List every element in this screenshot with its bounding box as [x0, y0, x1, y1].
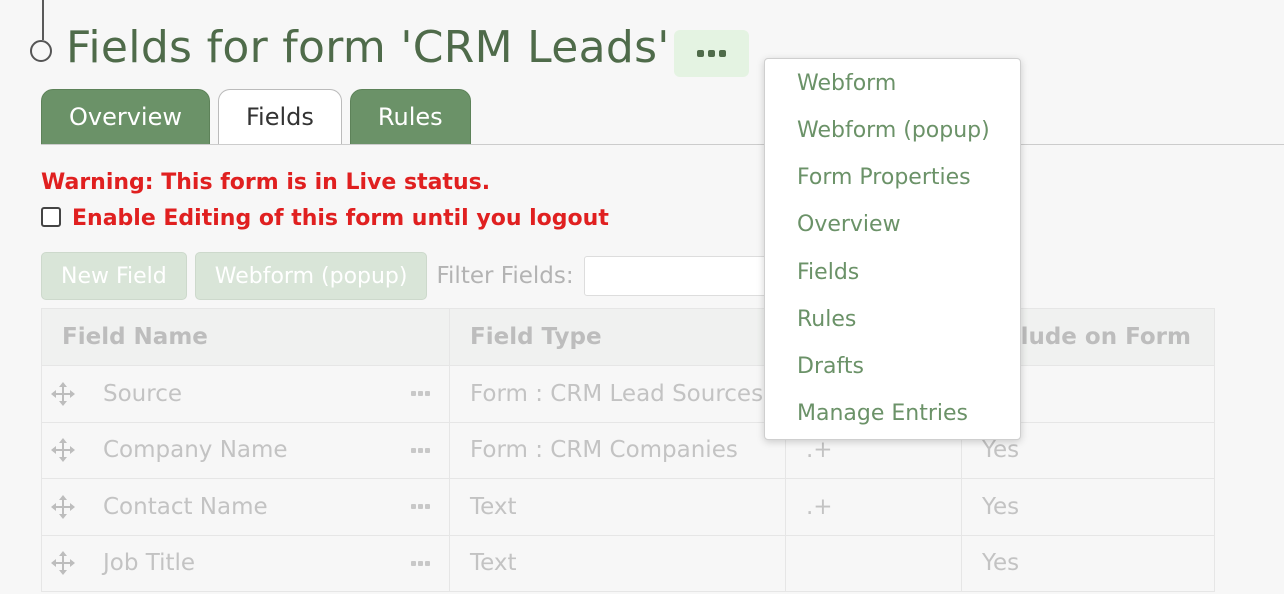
column-header-field-name[interactable]: Field Name — [41, 308, 450, 366]
enable-editing-label[interactable]: Enable Editing of this form until you lo… — [72, 206, 609, 231]
filter-fields-label: Filter Fields: — [436, 263, 574, 289]
actions-dropdown-menu: Webform Webform (popup) Form Properties … — [764, 58, 1021, 440]
field-name: Company Name — [103, 437, 288, 464]
tab-bar: Overview Fields Rules — [41, 89, 471, 145]
page-title: Fields for form 'CRM Leads' — [66, 22, 670, 73]
drag-handle-icon[interactable] — [50, 494, 76, 520]
field-type-cell: Text — [449, 534, 786, 592]
menu-item-rules[interactable]: Rules — [797, 307, 856, 332]
enable-editing-checkbox[interactable] — [41, 206, 61, 227]
field-name: Source — [103, 380, 182, 407]
timeline-line — [42, 0, 44, 40]
field-name-cell: Company Name — [41, 421, 450, 479]
tab-divider — [41, 144, 1284, 145]
new-field-button[interactable]: New Field — [41, 252, 187, 300]
field-type-cell: Form : CRM Companies — [449, 421, 786, 479]
webform-popup-button[interactable]: Webform (popup) — [194, 252, 428, 300]
drag-handle-icon[interactable] — [50, 437, 76, 463]
row-menu-icon[interactable] — [411, 560, 430, 566]
menu-item-form-properties[interactable]: Form Properties — [797, 165, 971, 190]
menu-item-webform[interactable]: Webform — [797, 71, 896, 96]
enable-editing-row: Enable Editing of this form until you lo… — [41, 206, 609, 231]
ellipsis-icon — [697, 50, 704, 57]
validation-cell: .+ — [785, 478, 962, 536]
row-menu-icon[interactable] — [411, 391, 430, 397]
table-row[interactable]: Job Title Text Yes — [41, 534, 1215, 592]
more-actions-button[interactable] — [674, 30, 749, 77]
menu-item-drafts[interactable]: Drafts — [797, 354, 864, 379]
filter-fields-input[interactable] — [583, 256, 784, 296]
row-menu-icon[interactable] — [411, 447, 430, 453]
tab-rules[interactable]: Rules — [349, 89, 471, 145]
table-row[interactable]: Source Form : CRM Lead Sources — [41, 365, 1215, 423]
drag-handle-icon[interactable] — [50, 381, 76, 407]
table-header-row: Field Name Field Type Include on Form — [41, 308, 1215, 366]
column-header-field-type[interactable]: Field Type — [449, 308, 786, 366]
row-menu-icon[interactable] — [411, 504, 430, 510]
field-name-cell: Contact Name — [41, 478, 450, 536]
tab-overview[interactable]: Overview — [41, 89, 210, 145]
live-status-warning: Warning: This form is in Live status. — [41, 170, 491, 195]
tab-fields[interactable]: Fields — [218, 89, 342, 145]
menu-item-manage-entries[interactable]: Manage Entries — [797, 401, 968, 426]
field-type-cell: Form : CRM Lead Sources — [449, 365, 786, 423]
menu-item-fields[interactable]: Fields — [797, 260, 859, 285]
include-on-form-cell: Yes — [961, 478, 1215, 536]
menu-item-overview[interactable]: Overview — [797, 212, 901, 237]
table-row[interactable]: Contact Name Text .+ Yes — [41, 478, 1215, 536]
fields-toolbar: New Field Webform (popup) Filter Fields: — [41, 252, 784, 300]
field-type-cell: Text — [449, 478, 786, 536]
fields-table: Field Name Field Type Include on Form So… — [41, 308, 1215, 592]
menu-item-webform-popup[interactable]: Webform (popup) — [797, 118, 990, 143]
drag-handle-icon[interactable] — [50, 550, 76, 576]
validation-cell — [785, 534, 962, 592]
field-name: Job Title — [103, 550, 196, 577]
table-row[interactable]: Company Name Form : CRM Companies .+ Yes — [41, 421, 1215, 479]
field-name-cell: Source — [41, 365, 450, 423]
field-name-cell: Job Title — [41, 534, 450, 592]
field-name: Contact Name — [103, 493, 268, 520]
timeline-dot — [30, 40, 52, 62]
include-on-form-cell: Yes — [961, 534, 1215, 592]
